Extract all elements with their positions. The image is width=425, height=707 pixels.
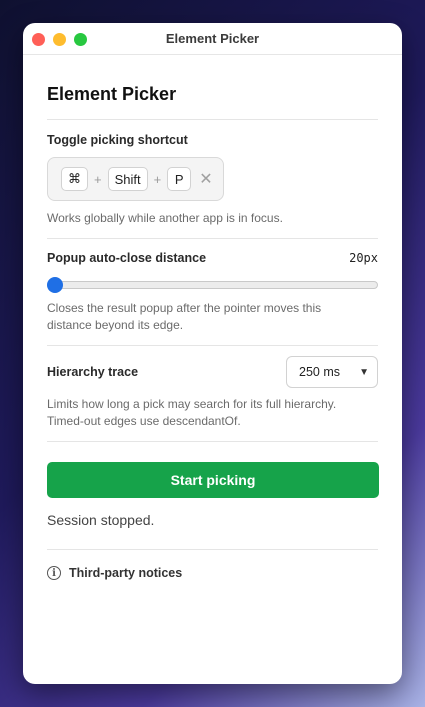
window-controls xyxy=(32,33,87,46)
start-picking-button[interactable]: Start picking xyxy=(47,462,379,498)
hierarchy-trace-value: 250 ms xyxy=(299,365,340,379)
chevron-down-icon: ▼ xyxy=(359,366,369,378)
plus-sign: + xyxy=(153,171,162,187)
shortcut-recorder[interactable]: ⌘ + Shift + P ✕ xyxy=(47,157,224,201)
divider xyxy=(47,238,378,239)
popup-distance-value: 20px xyxy=(349,251,378,265)
title-bar: Element Picker xyxy=(23,23,402,55)
shortcut-help: Works globally while another app is in f… xyxy=(47,211,283,225)
popup-distance-slider[interactable] xyxy=(47,277,378,293)
hierarchy-trace-help: Limits how long a pick may search for it… xyxy=(47,397,337,428)
main-content: Element Picker Toggle picking shortcut ⌘… xyxy=(23,84,402,580)
popup-distance-label: Popup auto-close distance xyxy=(47,251,207,265)
divider xyxy=(47,441,378,442)
plus-sign: + xyxy=(94,171,102,187)
app-window: Element Picker Element Picker Toggle pic… xyxy=(23,23,402,684)
clear-shortcut-icon[interactable]: ✕ xyxy=(199,169,212,189)
shortcut-label: Toggle picking shortcut xyxy=(47,133,188,147)
hierarchy-trace-row: Hierarchy trace 250 ms ▼ xyxy=(47,356,378,388)
hierarchy-trace-label: Hierarchy trace xyxy=(47,365,139,379)
divider xyxy=(47,549,378,550)
third-party-notices-link[interactable]: i Third-party notices xyxy=(47,566,378,580)
minimize-window-button[interactable] xyxy=(53,33,66,46)
popup-distance-help: Closes the result popup after the pointe… xyxy=(47,301,322,332)
key-p: P xyxy=(167,167,192,191)
divider xyxy=(47,345,378,346)
key-shift: Shift xyxy=(107,167,148,191)
popup-distance-row: Popup auto-close distance 20px xyxy=(47,251,378,265)
maximize-window-button[interactable] xyxy=(74,33,87,46)
hierarchy-trace-select[interactable]: 250 ms ▼ xyxy=(286,356,378,388)
window-title: Element Picker xyxy=(165,31,260,46)
key-command: ⌘ xyxy=(61,167,88,191)
page-title: Element Picker xyxy=(47,84,177,104)
session-status: Session stopped. xyxy=(47,512,155,528)
info-icon: i xyxy=(47,566,61,580)
third-party-notices-label: Third-party notices xyxy=(69,566,183,580)
close-window-button[interactable] xyxy=(32,33,45,46)
slider-thumb[interactable] xyxy=(47,277,63,293)
divider xyxy=(47,119,378,120)
